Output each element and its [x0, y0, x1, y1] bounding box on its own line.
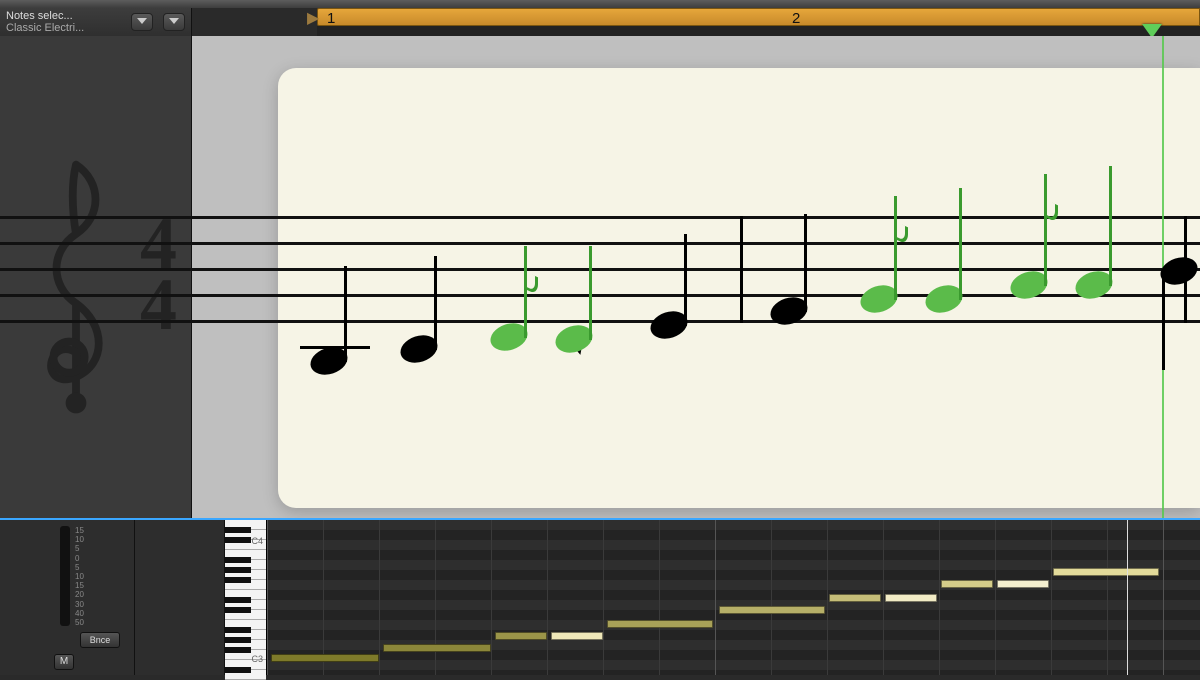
- black-key[interactable]: [225, 607, 251, 613]
- grid-line: [603, 520, 604, 675]
- midi-note[interactable]: [997, 580, 1049, 588]
- piano-roll-row: [267, 630, 1200, 640]
- ruler-row: Notes selec... Classic Electri... ▶ 1 2: [0, 8, 1200, 36]
- midi-note[interactable]: [495, 632, 547, 640]
- inspector-dropdown-button[interactable]: [163, 13, 185, 31]
- grid-line: [379, 520, 380, 675]
- key-label: C4: [251, 536, 263, 546]
- piano-roll-row: [267, 660, 1200, 670]
- locator-start-icon[interactable]: ▶: [307, 8, 319, 28]
- bounce-button[interactable]: Bnce: [80, 632, 120, 648]
- grid-line: [1107, 520, 1108, 675]
- black-key[interactable]: [225, 637, 251, 643]
- midi-note[interactable]: [941, 580, 993, 588]
- mute-button[interactable]: M: [54, 654, 74, 670]
- grid-line: [1051, 520, 1052, 675]
- grid-line: [827, 520, 828, 675]
- channel-strip: 1510505101520304050 Bnce M: [0, 520, 135, 675]
- piano-roll-row: [267, 540, 1200, 550]
- grid-line: [323, 520, 324, 675]
- piano-roll-row: [267, 620, 1200, 630]
- black-key[interactable]: [225, 537, 251, 543]
- midi-note[interactable]: [383, 644, 491, 652]
- track-name: Classic Electri...: [6, 22, 121, 34]
- piano-roll-pane: 1510505101520304050 Bnce M C4 C3: [0, 518, 1200, 675]
- midi-note[interactable]: [607, 620, 713, 628]
- piano-roll-grid[interactable]: [267, 520, 1200, 675]
- piano-roll-row: [267, 550, 1200, 560]
- cycle-region[interactable]: [317, 8, 1200, 26]
- piano-roll-track-header: [135, 520, 225, 675]
- key-label: C3: [251, 654, 263, 664]
- black-key[interactable]: [225, 627, 251, 633]
- piano-roll-row: [267, 530, 1200, 540]
- timeline-ruler[interactable]: ▶ 1 2: [192, 8, 1200, 36]
- black-key[interactable]: [225, 597, 251, 603]
- midi-note[interactable]: [885, 594, 937, 602]
- black-key[interactable]: [225, 577, 251, 583]
- midi-note[interactable]: [829, 594, 881, 602]
- score-page-background[interactable]: [278, 36, 1200, 518]
- playhead-marker-icon[interactable]: [1142, 24, 1162, 36]
- bar-number: 2: [792, 10, 800, 27]
- piano-roll-row: [267, 590, 1200, 600]
- grid-line: [547, 520, 548, 675]
- volume-fader[interactable]: [60, 526, 70, 626]
- inspector-menu-button[interactable]: [131, 13, 153, 31]
- black-key[interactable]: [225, 667, 251, 673]
- grid-line: [715, 520, 716, 675]
- midi-note[interactable]: [271, 654, 379, 662]
- bar-number: 1: [327, 10, 335, 27]
- score-inspector-sidebar: [0, 36, 192, 518]
- piano-roll-row: [267, 520, 1200, 530]
- score-editor-area: [0, 36, 1200, 518]
- piano-roll-row: [267, 580, 1200, 590]
- midi-note[interactable]: [551, 632, 603, 640]
- grid-line: [659, 520, 660, 675]
- selection-title: Notes selec...: [6, 10, 121, 22]
- black-key[interactable]: [225, 647, 251, 653]
- score-gutter: [192, 36, 278, 518]
- grid-line: [771, 520, 772, 675]
- inspector-header: Notes selec... Classic Electri...: [0, 8, 192, 36]
- grid-line: [267, 520, 268, 675]
- piano-keyboard[interactable]: C4 C3: [225, 520, 267, 675]
- grid-line: [491, 520, 492, 675]
- ruler-subdivisions: [317, 26, 1200, 36]
- grid-line: [995, 520, 996, 675]
- fader-scale: 1510505101520304050: [75, 526, 84, 627]
- midi-note[interactable]: [719, 606, 825, 614]
- grid-line: [883, 520, 884, 675]
- top-menubar: [0, 0, 1200, 8]
- score-paper: [278, 68, 1200, 508]
- black-key[interactable]: [225, 527, 251, 533]
- piano-roll-row: [267, 670, 1200, 675]
- grid-line: [1163, 520, 1164, 675]
- black-key[interactable]: [225, 567, 251, 573]
- grid-line: [939, 520, 940, 675]
- black-key[interactable]: [225, 557, 251, 563]
- midi-note[interactable]: [1053, 568, 1159, 576]
- piano-roll-playhead[interactable]: [1127, 520, 1128, 675]
